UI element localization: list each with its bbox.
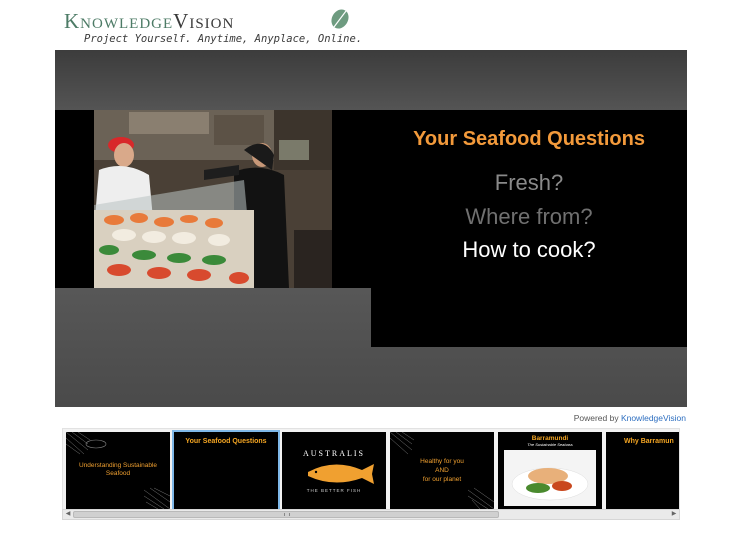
knowledgevision-logo: KnowledgeVision Project Yourself. Anytim… — [62, 8, 362, 48]
logo-word-knowledge: Knowledge — [64, 9, 174, 33]
thumbnail-4-line2: AND — [435, 467, 449, 474]
video-frame-image — [94, 110, 332, 288]
powered-by-label: Powered by — [573, 413, 621, 423]
slide-thumbnail-3[interactable]: AUSTRALIS THE BETTER FISH — [282, 432, 386, 509]
slide-thumbnail-5[interactable]: Barramundi The Sustainable Seabass — [498, 432, 602, 509]
grip-icon — [284, 513, 290, 516]
powered-by: Powered by KnowledgeVision — [574, 413, 686, 423]
knowledgevision-link[interactable]: KnowledgeVision — [621, 413, 686, 423]
slide-question-fresh: Fresh? — [494, 170, 564, 195]
logo-tagline: Project Yourself. Anytime, Anyplace, Onl… — [84, 33, 363, 45]
thumbnail-2-title: Your Seafood Questions — [185, 438, 267, 445]
thumbnail-6-title: Why Barramun — [624, 438, 674, 445]
presenter-video[interactable] — [94, 110, 332, 288]
slide-question-where-from: Where from? — [465, 204, 593, 229]
thumbnail-1-text: Understanding Sustainable Seafood — [78, 462, 158, 477]
slide-thumbnail-6[interactable]: Why Barramun — [606, 432, 679, 509]
thumbnail-4-line1: Healthy for you — [420, 458, 464, 465]
thumbnail-scrollbar[interactable]: ◀ ▶ — [62, 509, 680, 520]
logo-wordmark: KnowledgeVision — [64, 9, 234, 34]
dish-photo — [504, 450, 596, 506]
slide-thumbnail-2-selected[interactable]: Your Seafood Questions — [172, 430, 280, 511]
fish-logo-icon — [308, 464, 374, 484]
slide-thumbnail-4[interactable]: Healthy for you AND for our planet — [390, 432, 494, 509]
thumbnail-4-line3: for our planet — [422, 476, 462, 483]
slide-pane: Your Seafood Questions Fresh? Where from… — [371, 110, 687, 347]
thumbnail-3-tagline: THE BETTER FISH — [306, 488, 362, 493]
slide-thumbnail-strip: Understanding Sustainable Seafood Your S… — [62, 428, 680, 520]
logo-word-vision: Vision — [173, 9, 235, 33]
leaf-icon — [331, 9, 349, 29]
video-pane[interactable] — [55, 110, 371, 288]
slide-thumbnail-1[interactable]: Understanding Sustainable Seafood — [66, 432, 170, 509]
scroll-left-arrow-icon[interactable]: ◀ — [63, 510, 73, 519]
scroll-right-arrow-icon[interactable]: ▶ — [669, 510, 679, 519]
player-stage: Your Seafood Questions Fresh? Where from… — [55, 50, 687, 407]
scrollbar-thumb[interactable] — [73, 511, 499, 518]
slide-question-how-to-cook: How to cook? — [462, 237, 596, 262]
slide-title: Your Seafood Questions — [413, 128, 645, 150]
